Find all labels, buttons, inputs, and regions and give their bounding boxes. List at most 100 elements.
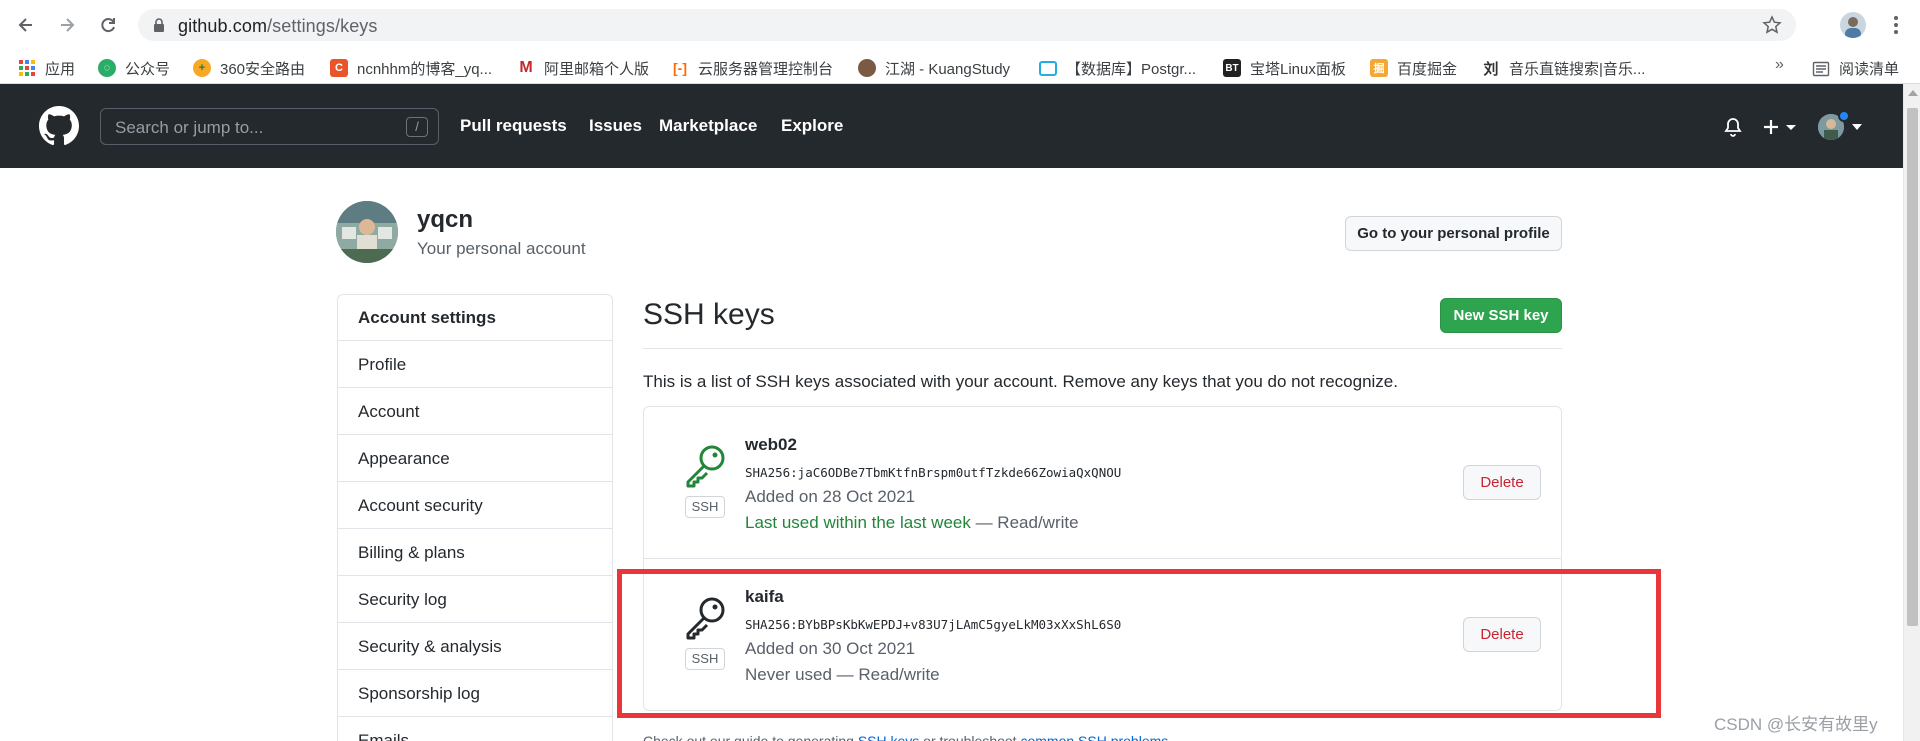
ssh-help-note: Check out our guide to generating SSH ke… <box>643 733 1172 741</box>
new-ssh-key-button[interactable]: New SSH key <box>1440 298 1562 333</box>
bookmark-csdn[interactable]: C ncnhhm的博客_yq... <box>330 58 492 78</box>
bookmarks-bar: 应用 ◌ 公众号 + 360安全路由 C ncnhhm的博客_yq... M 阿… <box>0 50 1920 84</box>
bookmark-label: ncnhhm的博客_yq... <box>357 60 493 78</box>
key-icon <box>686 445 725 488</box>
plus-icon <box>1764 120 1778 134</box>
csdn-icon: C <box>330 59 348 77</box>
back-button[interactable] <box>14 13 38 37</box>
delete-key-button[interactable]: Delete <box>1463 465 1541 500</box>
scroll-up-arrow-icon[interactable] <box>1908 90 1918 96</box>
ssh-intro-text: This is a list of SSH keys associated wi… <box>643 372 1398 391</box>
settings-sidebar-heading: Account settings <box>338 295 612 341</box>
go-to-profile-button[interactable]: Go to your personal profile <box>1345 216 1562 251</box>
bilibili-icon <box>1039 60 1057 76</box>
bookmark-apps[interactable]: 应用 <box>18 58 75 78</box>
360-icon: + <box>193 59 211 77</box>
nav-pull-requests[interactable]: Pull requests <box>460 116 567 136</box>
url-host: github.com <box>178 16 268 36</box>
help-middle: or troubleshoot <box>919 733 1021 741</box>
address-bar[interactable]: github.com/settings/keys <box>138 9 1796 41</box>
aliyun-icon: [-] <box>673 60 687 76</box>
bookmark-label: 应用 <box>45 60 76 78</box>
page-title: SSH keys <box>643 298 775 331</box>
kuang-icon <box>858 59 876 77</box>
bookmark-juejin[interactable]: 掘 百度掘金 <box>1370 58 1457 78</box>
key-title: web02 <box>745 435 797 454</box>
reload-icon <box>101 18 115 33</box>
key-added-date: Added on 28 Oct 2021 <box>745 487 916 506</box>
sidebar-item-appearance[interactable]: Appearance <box>338 435 612 482</box>
sidebar-item-account-security[interactable]: Account security <box>338 482 612 529</box>
key-usage: Last used within the last week — Read/wr… <box>745 513 1079 533</box>
sidebar-item-security-log[interactable]: Security log <box>338 576 612 623</box>
url-path: /settings/keys <box>267 16 378 36</box>
bookmark-kuangstudy[interactable]: 江湖 - KuangStudy <box>858 58 1010 78</box>
slash-shortcut-hint: / <box>406 117 428 137</box>
reload-button[interactable] <box>96 13 120 37</box>
help-prefix: Check out our guide to generating <box>643 733 858 741</box>
sidebar-item-emails[interactable]: Emails <box>338 717 612 741</box>
sidebar-item-billing[interactable]: Billing & plans <box>338 529 612 576</box>
scrollbar-thumb[interactable] <box>1907 108 1918 626</box>
page-scrollbar[interactable] <box>1903 84 1920 741</box>
status-dot <box>1838 110 1850 122</box>
notification-bell-icon[interactable] <box>1722 116 1744 138</box>
apps-grid-icon <box>18 59 36 77</box>
bookmark-label: 百度掘金 <box>1397 60 1458 78</box>
wechat-icon: ◌ <box>98 59 116 77</box>
bookmark-label: 【数据库】Postgr... <box>1066 60 1197 78</box>
juejin-icon: 掘 <box>1370 59 1388 77</box>
ssh-keys-guide-link[interactable]: SSH keys <box>858 733 919 741</box>
sidebar-item-sponsorship-log[interactable]: Sponsorship log <box>338 670 612 717</box>
csdn-watermark: CSDN @长安有故里y <box>1714 715 1878 734</box>
avatar-caret-down-icon[interactable] <box>1852 124 1862 130</box>
bookmark-360[interactable]: + 360安全路由 <box>193 58 305 78</box>
bookmark-aliyun[interactable]: [-] 云服务器管理控制台 <box>671 58 833 78</box>
url-text[interactable]: github.com/settings/keys <box>178 16 378 37</box>
person-icon <box>1845 17 1861 38</box>
caret-down-icon <box>1786 125 1796 130</box>
create-new-menu[interactable] <box>1761 115 1797 139</box>
sidebar-item-account[interactable]: Account <box>338 388 612 435</box>
mail-icon: M <box>519 59 533 76</box>
forward-button[interactable] <box>55 13 79 37</box>
nav-explore[interactable]: Explore <box>781 116 843 136</box>
bookmark-label: 阿里邮箱个人版 <box>544 60 650 78</box>
bookmark-label: 云服务器管理控制台 <box>698 60 834 78</box>
arrow-left-icon <box>18 18 32 32</box>
bookmark-label: 公众号 <box>125 60 171 78</box>
nav-issues[interactable]: Issues <box>589 116 642 136</box>
sidebar-item-profile[interactable]: Profile <box>338 341 612 388</box>
user-avatar[interactable] <box>336 201 398 263</box>
ssh-problems-link[interactable]: common SSH problems <box>1020 733 1168 741</box>
ssh-key-row: SSH web02 SHA256:jaC6ODBe7TbmKtfnBrspm0u… <box>644 407 1561 559</box>
key-access: — Read/write <box>970 513 1079 532</box>
search-placeholder: Search or jump to... <box>115 118 264 137</box>
bookmark-bt[interactable]: BT 宝塔Linux面板 <box>1223 58 1346 78</box>
browser-profile-avatar[interactable] <box>1840 12 1866 38</box>
key-fingerprint: SHA256:jaC6ODBe7TbmKtfnBrspm0utfTzkde66Z… <box>745 465 1122 480</box>
bookmark-label: 江湖 - KuangStudy <box>885 60 1011 78</box>
bt-icon: BT <box>1223 59 1241 77</box>
reading-list-button[interactable]: 阅读清单 <box>1812 58 1899 79</box>
bookmark-music[interactable]: 刘 音乐直链搜索|音乐... <box>1482 58 1645 78</box>
bookmark-bilibili[interactable]: 【数据库】Postgr... <box>1039 58 1196 78</box>
title-divider <box>643 348 1562 349</box>
user-name: yqcn <box>417 206 474 233</box>
reading-list-icon <box>1812 61 1830 76</box>
bookmark-alimail[interactable]: M 阿里邮箱个人版 <box>517 58 649 78</box>
user-subtitle: Your personal account <box>417 239 586 258</box>
bookmark-label: 宝塔Linux面板 <box>1250 60 1346 78</box>
bookmark-wechat[interactable]: ◌ 公众号 <box>98 58 170 78</box>
bookmarks-overflow-button[interactable]: » <box>1775 56 1784 74</box>
sidebar-item-security-analysis[interactable]: Security & analysis <box>338 623 612 670</box>
bookmark-label: 音乐直链搜索|音乐... <box>1509 60 1646 78</box>
github-header: Search or jump to... / Pull requests Iss… <box>0 84 1903 168</box>
search-input[interactable]: Search or jump to... / <box>100 108 439 145</box>
more-vert-icon[interactable] <box>1886 12 1906 38</box>
arrow-right-icon <box>61 18 75 32</box>
nav-marketplace[interactable]: Marketplace <box>659 116 757 136</box>
github-logo-icon[interactable] <box>39 106 79 146</box>
key-last-used: Last used within the last week <box>745 513 971 532</box>
star-icon[interactable] <box>1762 15 1782 35</box>
